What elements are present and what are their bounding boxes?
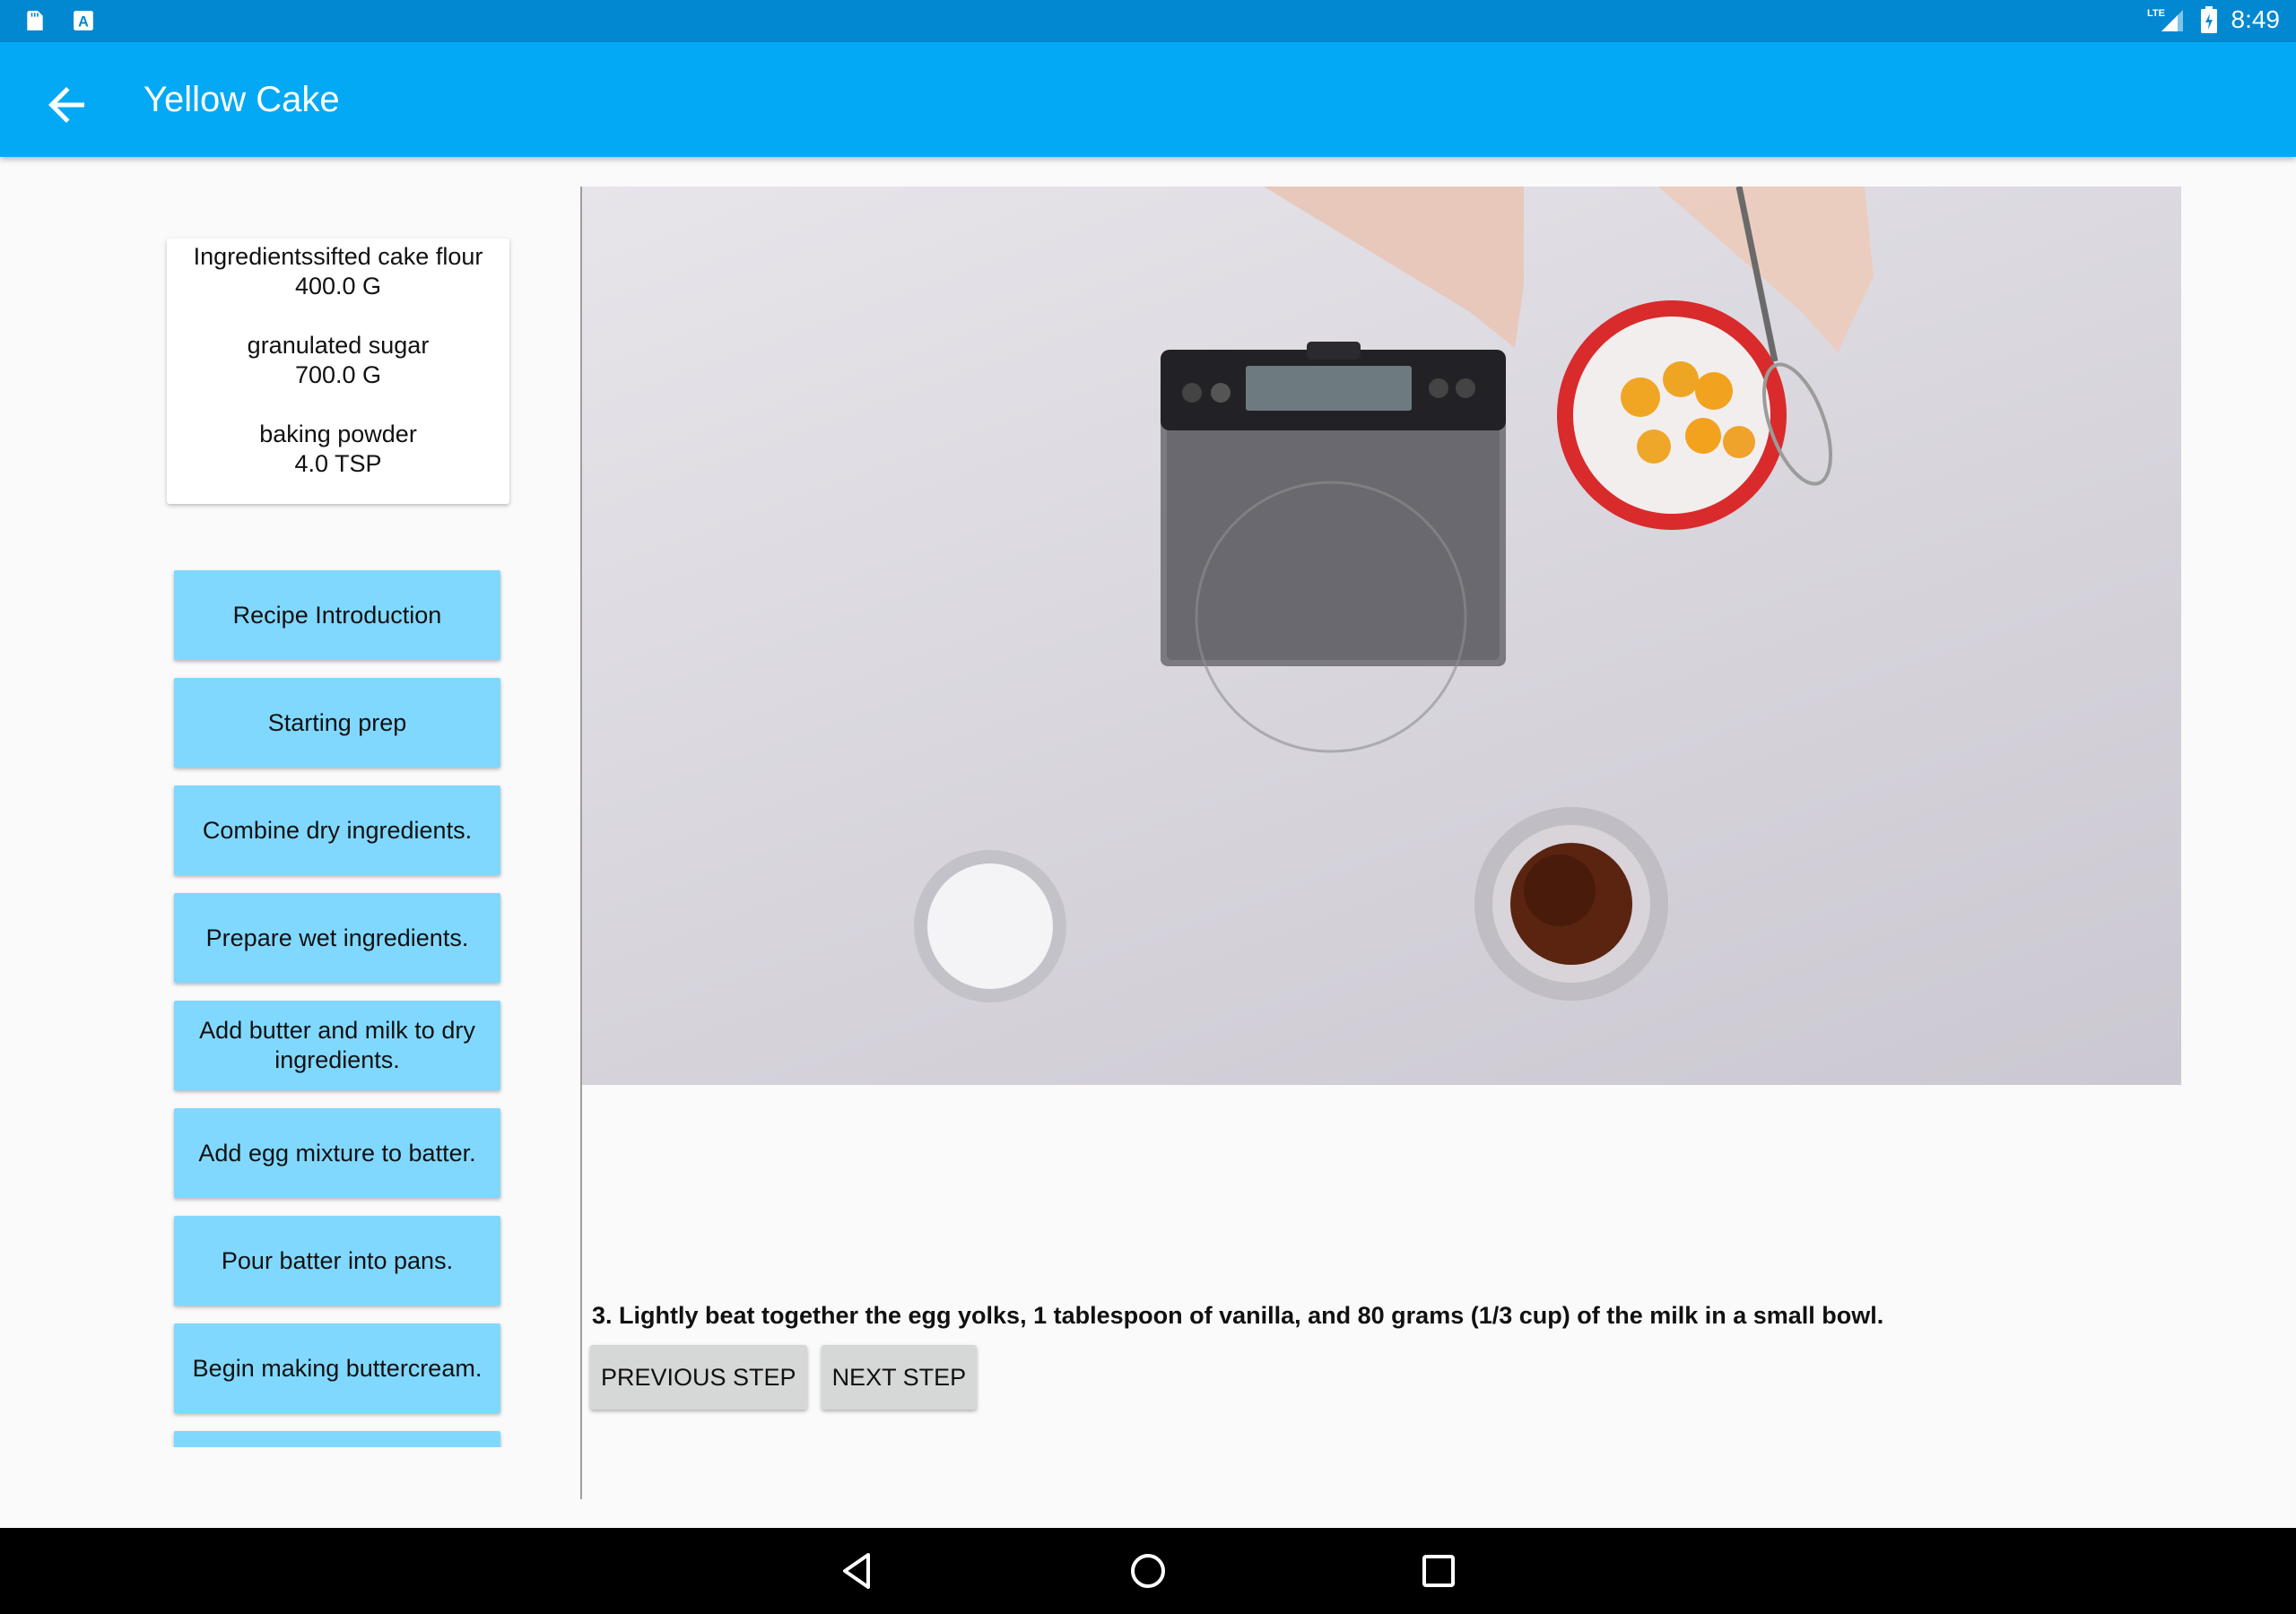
status-bar: A LTE 8:49 [0, 0, 2296, 42]
ingredient-name: granulated sugar [247, 332, 430, 359]
next-step-button[interactable]: NEXT STEP [821, 1345, 978, 1410]
step-instruction: 3. Lightly beat together the egg yolks, … [592, 1302, 1884, 1329]
video-frame-image [914, 187, 1874, 1002]
ingredient-item: Ingredientssifted cake flour 400.0 G [167, 242, 509, 301]
step-button-prepare-wet[interactable]: Prepare wet ingredients. [174, 893, 500, 983]
step-button-starting-prep[interactable]: Starting prep [174, 678, 500, 768]
step-button-combine-dry[interactable]: Combine dry ingredients. [174, 785, 500, 875]
video-player[interactable] [582, 187, 2181, 1085]
previous-step-button[interactable]: PREVIOUS STEP [590, 1345, 807, 1410]
hand-left [1264, 187, 1524, 348]
battery-icon [2200, 6, 2217, 33]
app-toolbar: Yellow Cake [0, 42, 2296, 157]
recents-square-icon[interactable] [1417, 1549, 1460, 1592]
step-button-recipe-introduction[interactable]: Recipe Introduction [174, 570, 500, 660]
step-button-next-hidden[interactable] [174, 1431, 500, 1447]
ingredient-amount: 4.0 TSP [294, 450, 382, 477]
step-button-add-butter-milk[interactable]: Add butter and milk to dry ingredients. [174, 1001, 500, 1090]
svg-text:A: A [78, 14, 89, 30]
step-button-pour-batter[interactable]: Pour batter into pans. [174, 1216, 500, 1306]
network-type: LTE [2147, 8, 2165, 19]
ingredient-name: baking powder [259, 421, 417, 447]
ingredient-name: Ingredientssifted cake flour [193, 243, 483, 270]
arrow-back-icon[interactable] [39, 78, 93, 132]
sd-card-icon [27, 11, 43, 30]
signal-icon: LTE [2147, 8, 2183, 31]
ingredient-item: granulated sugar 700.0 G [167, 331, 509, 390]
system-navigation-bar [0, 1528, 2296, 1614]
page-title: Yellow Cake [144, 80, 340, 119]
back-triangle-icon[interactable] [836, 1549, 879, 1592]
home-circle-icon[interactable] [1126, 1549, 1170, 1592]
ingredient-amount: 700.0 G [294, 361, 382, 388]
ingredients-card: Ingredientssifted cake flour 400.0 G gra… [167, 239, 509, 504]
ingredient-amount: 400.0 G [294, 273, 382, 299]
step-navigation: PREVIOUS STEP NEXT STEP [590, 1345, 978, 1410]
step-button-add-egg-mixture[interactable]: Add egg mixture to batter. [174, 1108, 500, 1198]
ingredient-item: baking powder 4.0 TSP [167, 420, 509, 479]
text-a-icon: A [74, 11, 93, 30]
steps-list[interactable]: Recipe Introduction Starting prep Combin… [167, 561, 513, 1447]
step-button-buttercream[interactable]: Begin making buttercream. [174, 1323, 500, 1413]
clock-time: 8:49 [2231, 5, 2281, 33]
